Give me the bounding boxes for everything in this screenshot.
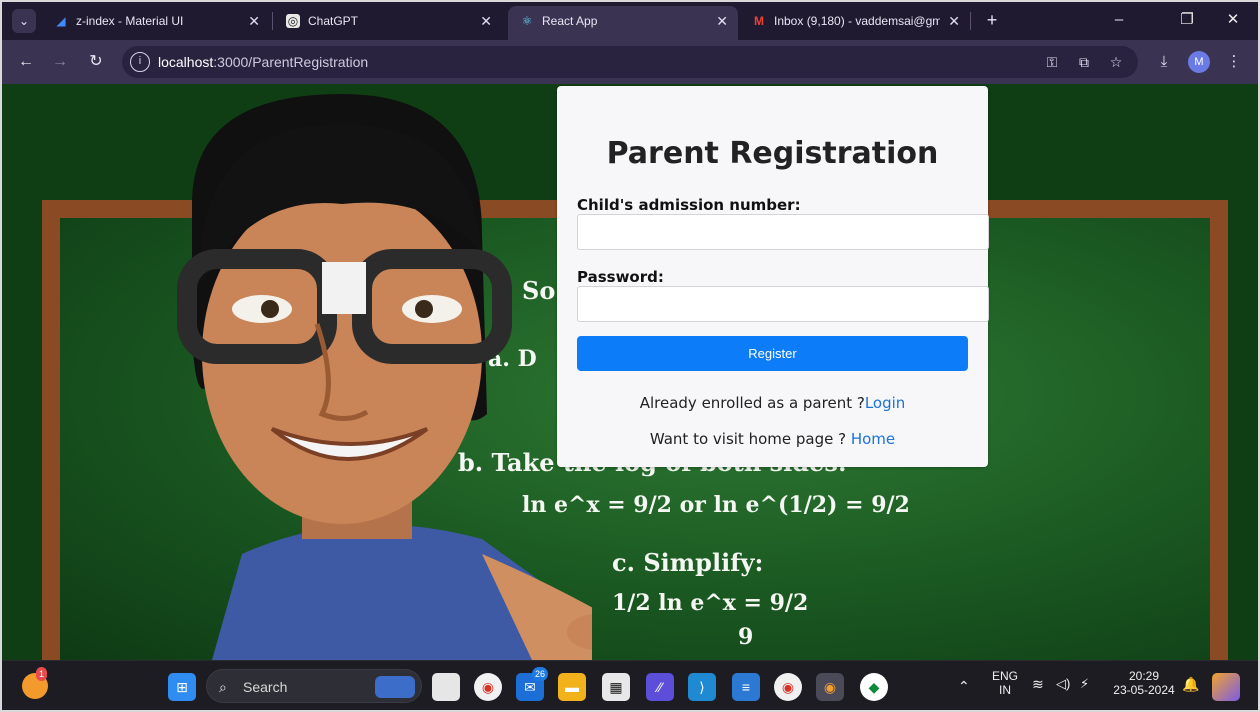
copilot-icon[interactable] bbox=[1212, 673, 1240, 701]
tab-separator bbox=[970, 12, 971, 30]
admission-number-input[interactable] bbox=[577, 214, 989, 250]
search-label: Search bbox=[243, 679, 288, 695]
site-info-icon[interactable]: i bbox=[130, 52, 150, 72]
browser-tab-strip: ⌄ ◢ z-index - Material UI ✕ ◎ ChatGPT ✕ … bbox=[2, 2, 1258, 40]
password-key-icon[interactable]: ⚿ bbox=[1040, 50, 1064, 74]
browser-toolbar: ← → ↻ i localhost:3000/ParentRegistratio… bbox=[2, 40, 1258, 84]
mongodb-compass-icon[interactable]: ◆ bbox=[860, 673, 888, 701]
language-secondary: IN bbox=[999, 683, 1011, 697]
chrome-profile-icon[interactable]: ◉ bbox=[774, 673, 802, 701]
wifi-icon[interactable]: ≋ bbox=[1032, 677, 1044, 691]
restore-button[interactable]: ❐ bbox=[1164, 6, 1210, 34]
download-icon[interactable]: ⤓ bbox=[1152, 50, 1176, 74]
new-tab-button[interactable]: + bbox=[980, 8, 1004, 32]
chrome-icon[interactable]: ◉ bbox=[474, 673, 502, 701]
task-view-icon[interactable] bbox=[432, 673, 460, 701]
chalk-text: 9 bbox=[738, 624, 754, 650]
admission-number-label: Child's admission number: bbox=[577, 196, 801, 214]
address-bar[interactable]: i localhost:3000/ParentRegistration ⚿ ⧉ … bbox=[122, 46, 1138, 78]
windows-start-icon[interactable]: ⊞ bbox=[168, 673, 196, 701]
battery-charging-icon[interactable]: ⚡ bbox=[1080, 677, 1089, 691]
clock-date: 23-05-2024 bbox=[1113, 683, 1175, 697]
home-prompt-line: Want to visit home page ? Home bbox=[557, 430, 988, 448]
minimize-button[interactable]: – bbox=[1096, 6, 1142, 34]
page-viewport: So a. D b. Take the log of both sides: l… bbox=[2, 84, 1258, 660]
login-link[interactable]: Login bbox=[865, 394, 905, 412]
notifications-bell-icon[interactable]: 🔔 bbox=[1182, 677, 1199, 691]
search-icon: ⌕ bbox=[219, 679, 227, 695]
tab-chatgpt[interactable]: ◎ ChatGPT ✕ bbox=[274, 6, 502, 36]
url-text[interactable]: localhost:3000/ParentRegistration bbox=[158, 46, 368, 78]
language-primary: ENG bbox=[991, 669, 1018, 683]
close-icon[interactable]: ✕ bbox=[480, 6, 492, 36]
close-icon[interactable]: ✕ bbox=[716, 6, 728, 36]
back-arrow-icon[interactable]: ← bbox=[14, 50, 38, 74]
close-icon[interactable]: ✕ bbox=[248, 6, 260, 36]
notepad-icon[interactable]: ≡ bbox=[732, 673, 760, 701]
search-highlight-icon bbox=[375, 676, 415, 698]
notification-badge: 1 bbox=[36, 667, 48, 681]
screen: ⌄ ◢ z-index - Material UI ✕ ◎ ChatGPT ✕ … bbox=[0, 0, 1260, 712]
close-window-button[interactable]: ✕ bbox=[1210, 6, 1256, 34]
tab-title: ChatGPT bbox=[308, 14, 359, 28]
vscode-icon[interactable]: ⟩ bbox=[688, 673, 716, 701]
chrome-active-icon[interactable]: ◉ bbox=[816, 673, 844, 701]
tab-title: z-index - Material UI bbox=[76, 14, 184, 28]
gmail-icon: M bbox=[754, 14, 764, 28]
install-app-icon[interactable]: ⧉ bbox=[1072, 50, 1096, 74]
close-icon[interactable]: ✕ bbox=[948, 6, 960, 36]
tab-separator bbox=[272, 12, 273, 30]
mail-badge: 26 bbox=[532, 667, 549, 681]
teacher-illustration bbox=[177, 94, 592, 660]
reload-icon[interactable]: ↻ bbox=[84, 50, 108, 74]
windows-taskbar: 1 ⊞ ⌕ Search ◉ ✉ 26 ▬ ▦ ⁄⁄ ⟩ ≡ ◉ ◉ ◆ ⌃ E… bbox=[2, 660, 1258, 710]
url-host: localhost bbox=[158, 54, 214, 70]
page-title: Parent Registration bbox=[606, 136, 939, 171]
profile-avatar[interactable]: M bbox=[1188, 51, 1210, 73]
tab-title: Inbox (9,180) - vaddemsai@gm bbox=[774, 14, 940, 28]
tab-search-button[interactable]: ⌄ bbox=[12, 9, 36, 33]
clock-time: 20:29 bbox=[1128, 669, 1160, 683]
tab-gmail[interactable]: M Inbox (9,180) - vaddemsai@gm ✕ bbox=[740, 6, 970, 36]
url-path: :3000/ParentRegistration bbox=[213, 54, 369, 70]
taskbar-search[interactable]: ⌕ Search bbox=[206, 669, 422, 703]
azure-data-studio-icon[interactable]: ⁄⁄ bbox=[646, 673, 674, 701]
chalk-text: c. Simplify: bbox=[612, 548, 764, 577]
forward-arrow-icon[interactable]: → bbox=[48, 50, 72, 74]
volume-icon[interactable]: ◁) bbox=[1056, 677, 1070, 691]
show-hidden-icons-chevron-icon[interactable]: ⌃ bbox=[958, 679, 970, 693]
tab-material-ui[interactable]: ◢ z-index - Material UI ✕ bbox=[42, 6, 270, 36]
react-icon: ⚛ bbox=[521, 14, 533, 28]
bookmark-star-icon[interactable]: ☆ bbox=[1104, 50, 1128, 74]
tab-title: React App bbox=[542, 14, 598, 28]
login-prompt-text: Already enrolled as a parent ? bbox=[639, 394, 865, 412]
register-button[interactable]: Register bbox=[577, 336, 968, 371]
microsoft-store-icon[interactable]: ▦ bbox=[602, 673, 630, 701]
home-link[interactable]: Home bbox=[851, 430, 895, 448]
clock[interactable]: 20:29 23-05-2024 bbox=[1110, 669, 1178, 697]
file-explorer-icon[interactable]: ▬ bbox=[558, 673, 586, 701]
material-ui-icon: ◢ bbox=[56, 14, 66, 28]
login-prompt-line: Already enrolled as a parent ?Login bbox=[557, 394, 988, 412]
chalk-text: 1/2 ln e^x = 9/2 bbox=[612, 590, 809, 616]
registration-card: Parent Registration Child's admission nu… bbox=[557, 86, 989, 467]
more-menu-icon[interactable]: ⋮ bbox=[1222, 50, 1246, 74]
tab-react-app[interactable]: ⚛ React App ✕ bbox=[508, 6, 738, 40]
chatgpt-icon: ◎ bbox=[286, 14, 300, 28]
password-input[interactable] bbox=[577, 286, 989, 322]
language-indicator[interactable]: ENG IN bbox=[990, 669, 1020, 697]
password-label: Password: bbox=[577, 268, 664, 286]
home-prompt-text: Want to visit home page ? bbox=[649, 430, 851, 448]
